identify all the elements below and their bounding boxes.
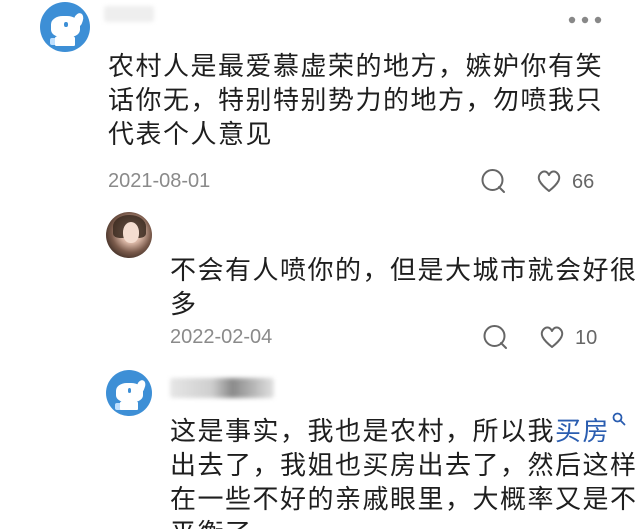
username-redacted: [170, 378, 274, 398]
comment-date: 2021-08-01: [108, 170, 211, 192]
like-count: 66: [572, 171, 595, 193]
heart-icon[interactable]: [538, 324, 566, 350]
username-redacted: [104, 6, 154, 22]
user-avatar[interactable]: [106, 370, 152, 416]
comment-text: 农村人是最爱慕虚荣的地方，嫉妒你有笑 话你无，特别特别势力的地方，勿喷我只 代表…: [108, 52, 604, 150]
comment-text: 这是事实，我也是农村，所以我买房 出去了，我姐也买房出去了，然后这样 在一些不好…: [170, 412, 638, 529]
comment-date: 2022-02-04: [170, 326, 273, 348]
user-avatar[interactable]: [106, 212, 152, 258]
keyword-link[interactable]: 买房: [555, 417, 610, 447]
like-count: 10: [575, 327, 598, 349]
comment-text: 不会有人喷你的，但是大城市就会好很 多: [170, 256, 638, 320]
search-icon[interactable]: [612, 412, 626, 426]
heart-icon[interactable]: [535, 168, 563, 194]
comment-bubble-icon[interactable]: [482, 324, 508, 350]
user-avatar[interactable]: [40, 2, 90, 52]
more-dots-icon[interactable]: [568, 16, 602, 24]
comment-bubble-icon[interactable]: [480, 168, 506, 194]
